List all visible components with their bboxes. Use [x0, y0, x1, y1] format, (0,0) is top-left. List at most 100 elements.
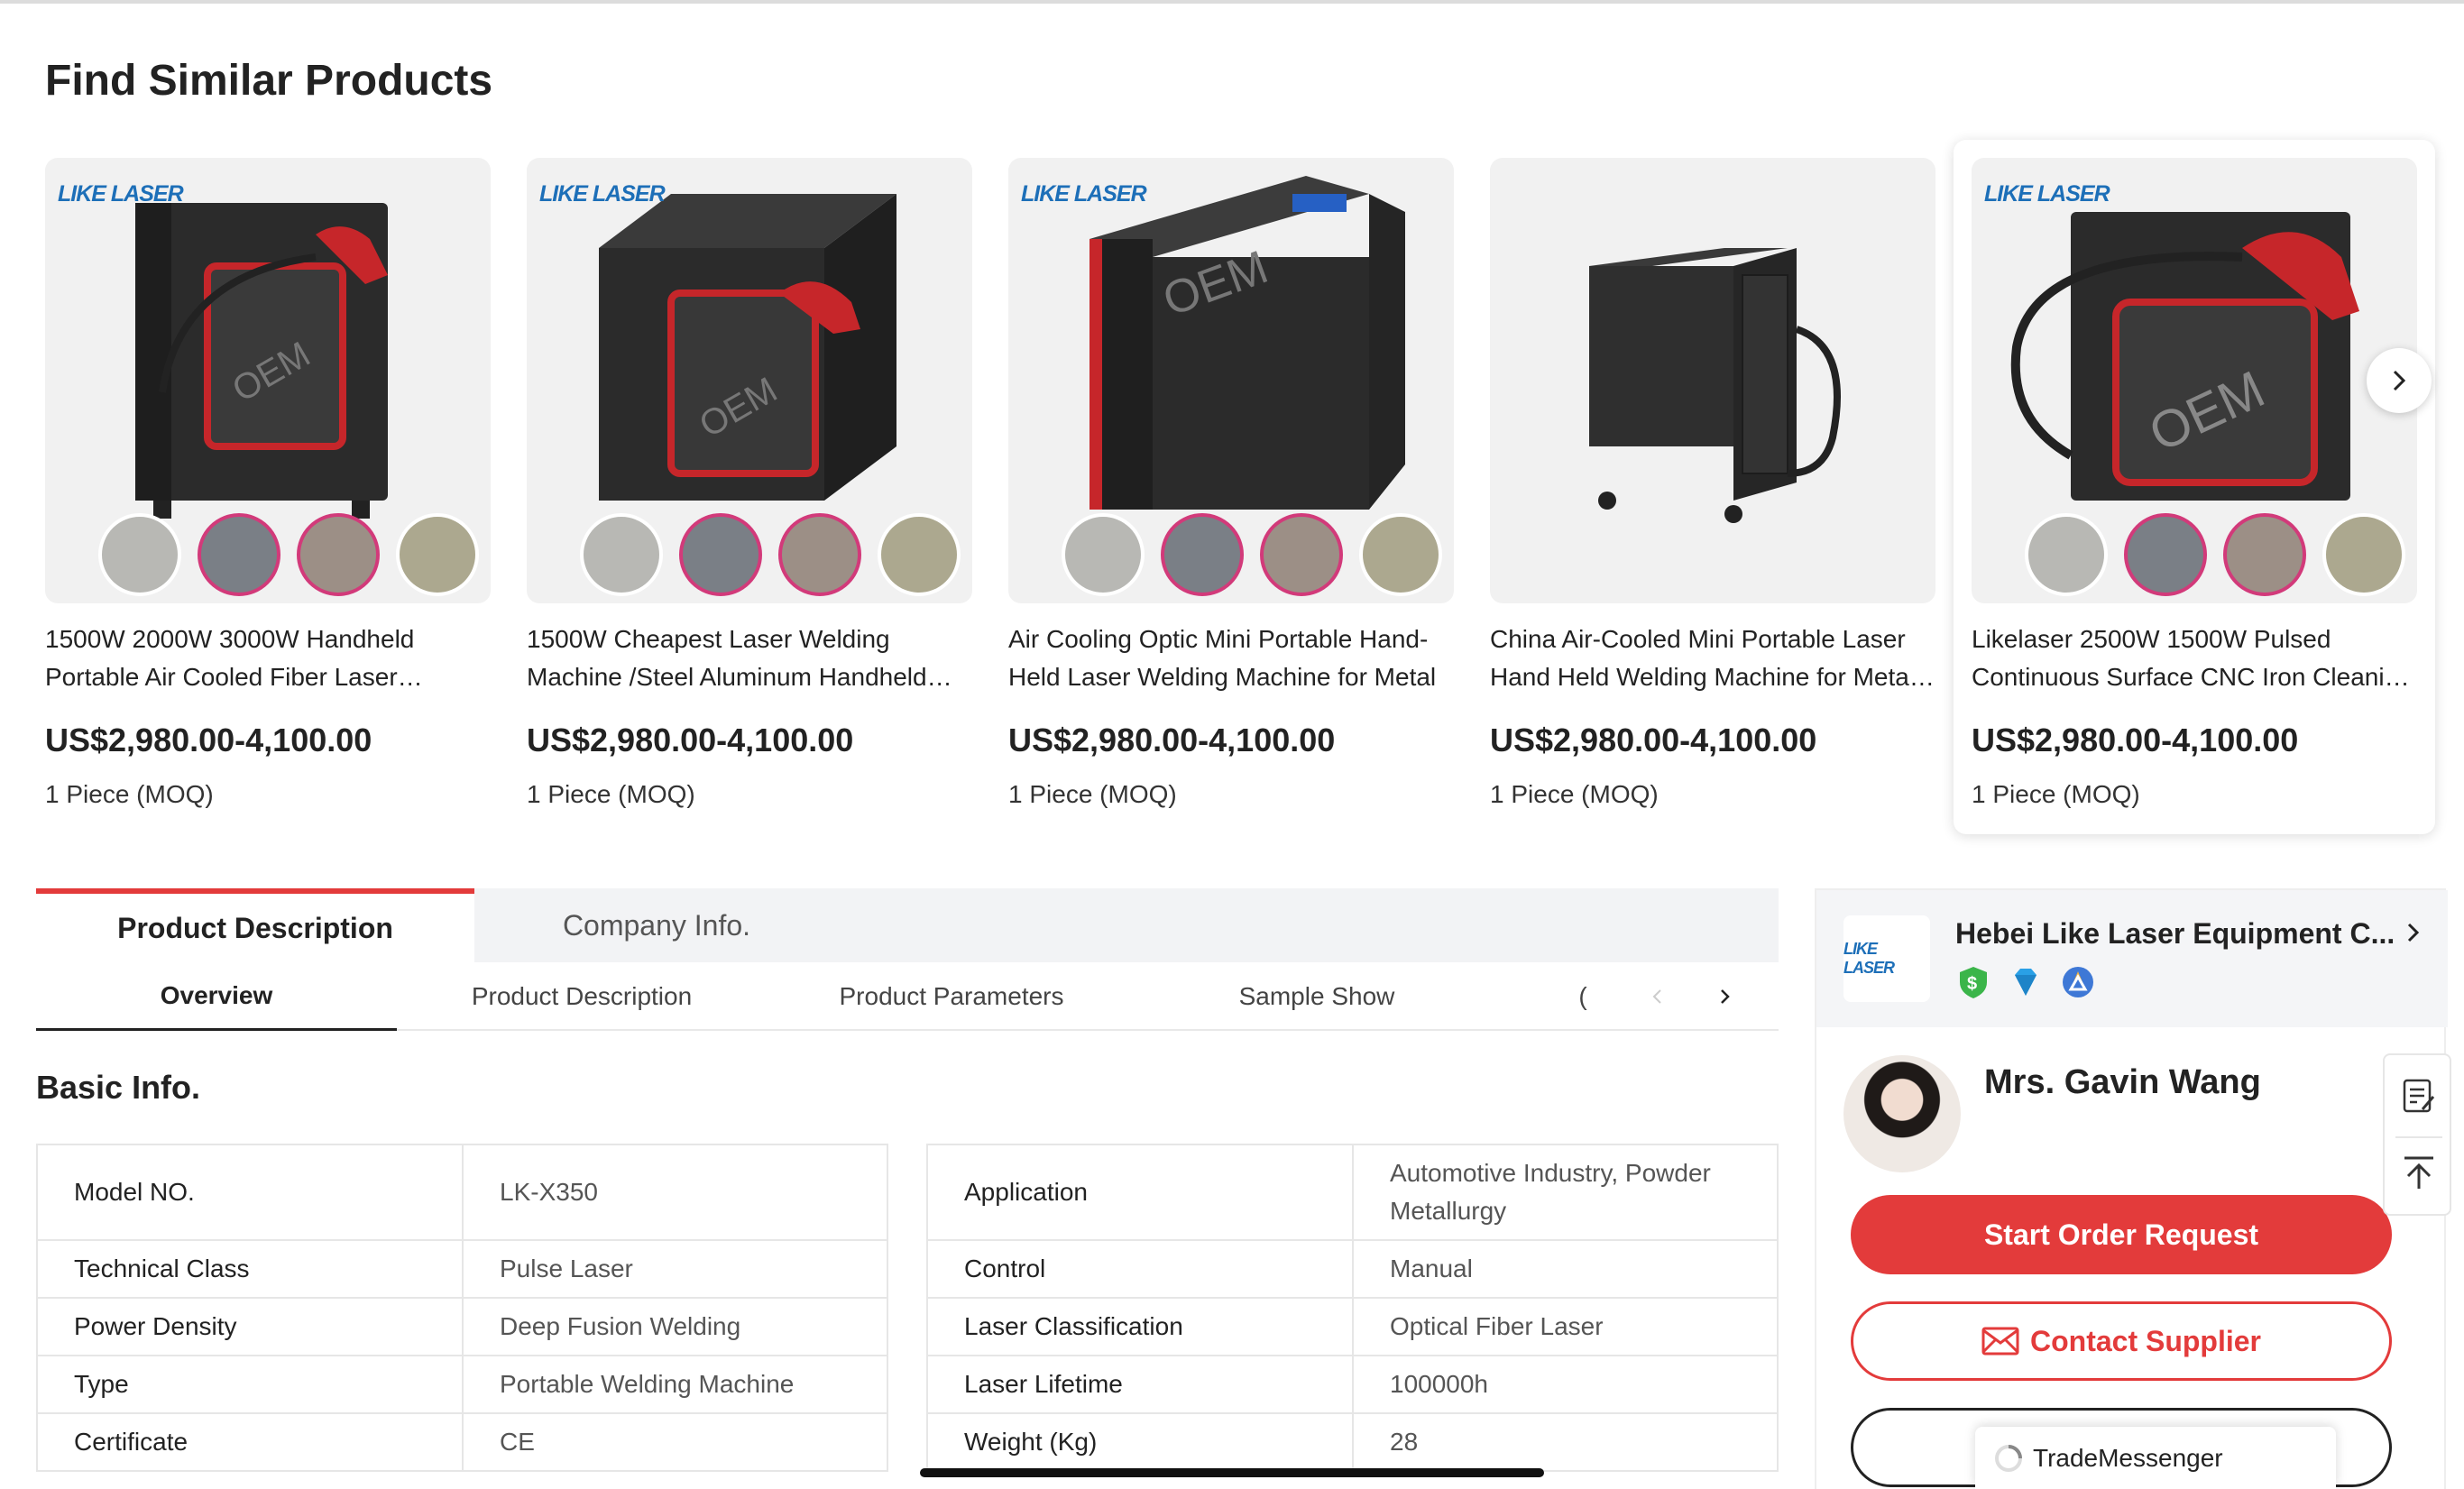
sub-navigation: Overview Product Description Product Par… [36, 962, 1779, 1031]
table-row: Weight (Kg) 28 [926, 1412, 1779, 1472]
subnav-truncated[interactable]: ( [1569, 962, 1596, 1031]
horizontal-scrollbar[interactable] [920, 1468, 1544, 1477]
spec-key: Laser Lifetime [926, 1355, 1354, 1414]
spec-key: Technical Class [36, 1239, 464, 1299]
spec-value: 28 [1352, 1412, 1779, 1472]
chevron-right-icon [2393, 370, 2406, 391]
table-row: Technical Class Pulse Laser [36, 1239, 888, 1299]
subnav-next-button[interactable] [1706, 979, 1742, 1015]
spec-key: Control [926, 1239, 1354, 1299]
subnav-sample-show[interactable]: Sample Show [1136, 962, 1497, 1031]
spec-key: Model NO. [36, 1144, 464, 1241]
spec-value: Pulse Laser [462, 1239, 888, 1299]
subnav-product-parameters[interactable]: Product Parameters [767, 962, 1136, 1031]
product-image[interactable]: LIKE LASER OEM [1008, 158, 1454, 603]
mail-icon [1981, 1327, 2019, 1356]
spec-value: LK-X350 [462, 1144, 888, 1241]
trademessenger-label: TradeMessenger [2033, 1443, 2223, 1472]
chevron-left-icon [1652, 989, 1661, 1004]
spec-key: Certificate [36, 1412, 464, 1472]
spec-table-left: Model NO. LK-X350 Technical Class Pulse La… [36, 1144, 888, 1472]
product-image[interactable]: LIKE LASER OEM [527, 158, 972, 603]
spec-value: Deep Fusion Welding [462, 1297, 888, 1356]
table-row: Application Automotive Industry, Powder M… [926, 1144, 1779, 1241]
table-row: Certificate CE [36, 1412, 888, 1472]
product-price: US$2,980.00-4,100.00 [1972, 722, 2299, 758]
trademessenger-widget[interactable]: TradeMessenger [1975, 1427, 2336, 1489]
supplier-panel: LIKE LASER Hebei Like Laser Equipment C.… [1815, 888, 2448, 1489]
back-to-top-icon[interactable] [2401, 1153, 2437, 1192]
audited-badge-icon [2063, 967, 2093, 997]
spec-value: 100000h [1352, 1355, 1779, 1414]
supplier-badges: $ [1955, 964, 2096, 1000]
product-name[interactable]: 1500W Cheapest Laser Welding Machine /St… [527, 620, 972, 696]
subnav-product-description[interactable]: Product Description [397, 962, 767, 1031]
subnav-overview[interactable]: Overview [36, 962, 397, 1031]
product-image[interactable]: LIKE LASER OEM [1972, 158, 2417, 603]
product-card[interactable]: China Air-Cooled Mini Portable Laser Han… [1490, 140, 1972, 834]
table-row: Control Manual [926, 1239, 1779, 1299]
contact-supplier-button[interactable]: Contact Supplier [1851, 1301, 2392, 1381]
tab-product-description[interactable]: Product Description [36, 888, 474, 962]
supplier-company-name[interactable]: Hebei Like Laser Equipment C... [1955, 917, 2395, 951]
product-card[interactable]: LIKE LASER OEM 1500W 2000W 3000W Handhel… [45, 140, 527, 834]
spec-key: Power Density [36, 1297, 464, 1356]
product-image[interactable]: LIKE LASER OEM [45, 158, 491, 603]
spec-value: Manual [1352, 1239, 1779, 1299]
table-row: Model NO. LK-X350 [36, 1144, 888, 1241]
subnav-prev-button[interactable] [1640, 979, 1676, 1015]
product-name[interactable]: 1500W 2000W 3000W Handheld Portable Air … [45, 620, 491, 696]
brand-logo: LIKE LASER [1984, 181, 2110, 207]
toolbar-divider [2395, 1136, 2442, 1138]
contact-supplier-label: Contact Supplier [2029, 1324, 2261, 1357]
section-title: Find Similar Products [45, 57, 493, 105]
table-row: Laser Lifetime 100000h [926, 1355, 1779, 1414]
product-card[interactable]: LIKE LASER OEM 1500W Cheapest Laser Weld… [527, 140, 1008, 834]
loading-spinner-icon [1995, 1444, 2022, 1472]
product-moq: 1 Piece (MOQ) [1008, 780, 1177, 808]
spec-value: Automotive Industry, Powder Metallurgy [1352, 1144, 1779, 1241]
brand-logo: LIKE LASER [58, 181, 184, 207]
product-image[interactable] [1490, 158, 1935, 603]
spec-key: Type [36, 1355, 464, 1414]
product-moq: 1 Piece (MOQ) [45, 780, 214, 808]
spec-value: Optical Fiber Laser [1352, 1297, 1779, 1356]
product-price: US$2,980.00-4,100.00 [1490, 722, 1817, 758]
spec-key: Application [926, 1144, 1354, 1241]
product-moq: 1 Piece (MOQ) [527, 780, 695, 808]
tab-company-info[interactable]: Company Info. [474, 888, 839, 962]
table-row: Laser Classification Optical Fiber Laser [926, 1297, 1779, 1356]
product-moq: 1 Piece (MOQ) [1972, 780, 2140, 808]
table-row: Type Portable Welding Machine [36, 1355, 888, 1414]
carousel-next-button[interactable] [2367, 348, 2432, 413]
product-card[interactable]: LIKE LASER OEM Air Cooling Optic Mini Po… [1008, 140, 1490, 834]
product-name[interactable]: Likelaser 2500W 1500W Pulsed Continuous … [1972, 620, 2417, 696]
chevron-right-icon [1721, 989, 1730, 1004]
product-price: US$2,980.00-4,100.00 [527, 722, 854, 758]
spec-value: Portable Welding Machine [462, 1355, 888, 1414]
avatar[interactable] [1843, 1055, 1961, 1172]
spec-key: Laser Classification [926, 1297, 1354, 1356]
product-card-highlighted[interactable]: LIKE LASER OEM Likelaser 2500W 1500W Pul… [1954, 140, 2435, 834]
brand-logo: LIKE LASER [539, 181, 666, 207]
brand-logo: LIKE LASER [1021, 181, 1147, 207]
diamond-icon [2015, 969, 2036, 996]
product-moq: 1 Piece (MOQ) [1490, 780, 1659, 808]
spec-key: Weight (Kg) [926, 1412, 1354, 1472]
product-name[interactable]: Air Cooling Optic Mini Portable Hand-Hel… [1008, 620, 1454, 696]
floating-toolbar [2383, 1053, 2451, 1216]
basic-info-title: Basic Info. [36, 1069, 201, 1106]
top-divider [0, 0, 2464, 4]
start-order-request-button[interactable]: Start Order Request [1851, 1195, 2392, 1274]
chevron-right-icon[interactable] [2403, 919, 2424, 946]
spec-table-right: Application Automotive Industry, Powder M… [926, 1144, 1779, 1472]
svg-text:$: $ [1967, 974, 1977, 994]
spec-value: CE [462, 1412, 888, 1472]
contact-person-name: Mrs. Gavin Wang [1984, 1063, 2261, 1101]
product-price: US$2,980.00-4,100.00 [1008, 722, 1336, 758]
inquiry-edit-icon[interactable] [2401, 1077, 2437, 1117]
supplier-logo[interactable]: LIKE LASER [1843, 915, 1930, 1002]
table-row: Power Density Deep Fusion Welding [36, 1297, 888, 1356]
supplier-header[interactable]: LIKE LASER Hebei Like Laser Equipment C.… [1816, 890, 2448, 1027]
product-name[interactable]: China Air-Cooled Mini Portable Laser Han… [1490, 620, 1935, 696]
